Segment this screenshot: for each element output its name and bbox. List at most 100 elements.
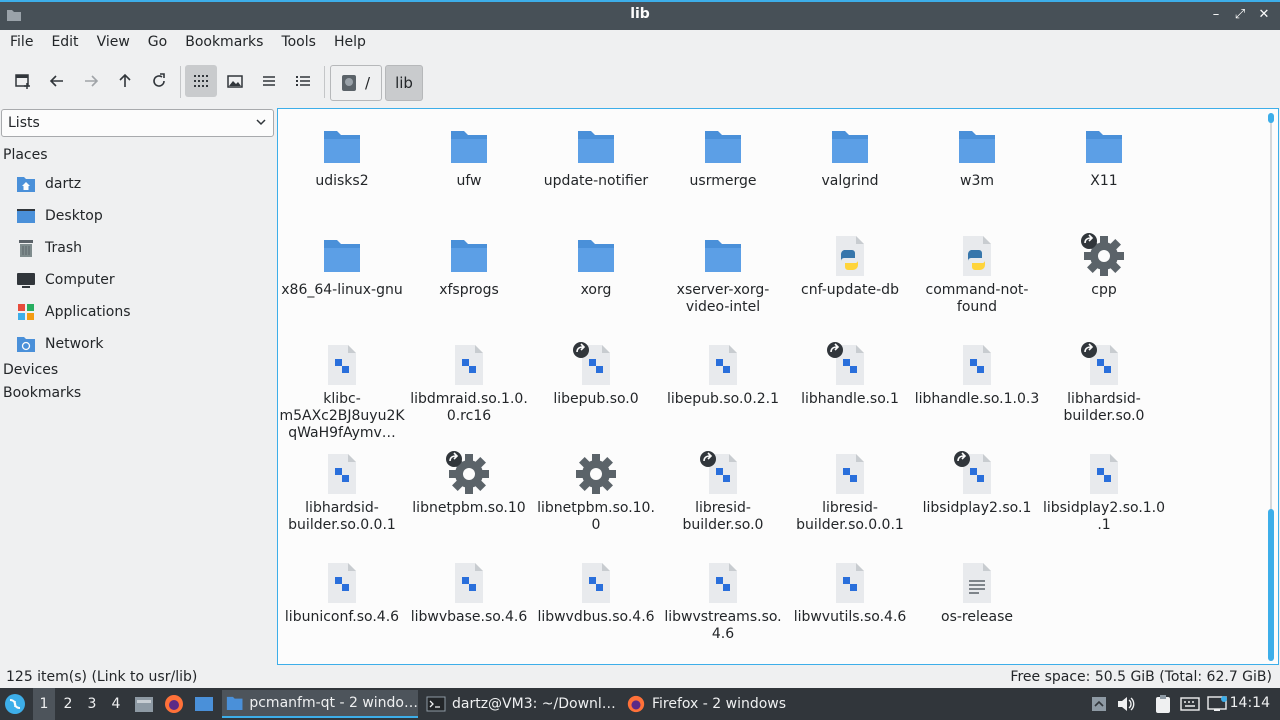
file-name: usrmerge: [689, 173, 757, 189]
places-header[interactable]: Places: [3, 147, 48, 163]
file-item[interactable]: libhardsid-builder.so.0.0.1: [279, 450, 405, 534]
file-item[interactable]: libwvdbus.so.4.6: [533, 559, 659, 626]
file-item[interactable]: libnetpbm.so.10: [406, 450, 532, 517]
side-panel: Lists Places dartz Desktop Trash Compute…: [0, 107, 276, 665]
menu-view[interactable]: View: [91, 30, 136, 56]
file-item[interactable]: libresid-builder.so.0.0.1: [787, 450, 913, 534]
file-item[interactable]: udisks2: [279, 123, 405, 190]
file-item[interactable]: libwvstreams.so.4.6: [660, 559, 786, 643]
file-item[interactable]: libepub.so.0.2.1: [660, 341, 786, 408]
maximize-icon[interactable]: ⤢: [1232, 6, 1248, 24]
place-item-desktop[interactable]: Desktop: [16, 202, 103, 230]
file-item[interactable]: update-notifier: [533, 123, 659, 190]
file-item[interactable]: libresid-builder.so.0: [660, 450, 786, 534]
file-item[interactable]: libdmraid.so.1.0.0.rc16: [406, 341, 532, 425]
file-item[interactable]: libsidplay2.so.1: [914, 450, 1040, 517]
quicklaunch-desktop[interactable]: [193, 688, 215, 720]
path-root-button[interactable]: /: [330, 65, 382, 101]
file-name: libsidplay2.so.1: [922, 500, 1032, 516]
back-button[interactable]: [41, 65, 73, 97]
file-item[interactable]: w3m: [914, 123, 1040, 190]
file-item[interactable]: xorg: [533, 232, 659, 299]
place-item-computer[interactable]: Computer: [16, 266, 115, 294]
task-firefox[interactable]: Firefox - 2 windows: [622, 690, 818, 718]
new-tab-button[interactable]: [7, 65, 39, 97]
reload-button[interactable]: [143, 65, 175, 97]
status-free-space: Free space: 50.5 GiB (Total: 62.7 GiB): [1010, 669, 1272, 685]
tray-item-updates[interactable]: [1090, 688, 1108, 720]
file-item[interactable]: xfsprogs: [406, 232, 532, 299]
file-item[interactable]: cnf-update-db: [787, 232, 913, 299]
file-item[interactable]: libhandle.so.1.0.3: [914, 341, 1040, 408]
file-item[interactable]: command-not-found: [914, 232, 1040, 316]
menu-tools[interactable]: Tools: [275, 30, 322, 56]
network-icon: [16, 334, 36, 354]
close-icon[interactable]: ✕: [1256, 6, 1272, 24]
file-item[interactable]: cpp: [1041, 232, 1167, 299]
network-status-icon: [1207, 696, 1227, 711]
file-view[interactable]: udisks2 ufw update-notifier usrmerge valgrin…: [277, 108, 1279, 665]
path-lib-button[interactable]: lib: [385, 65, 423, 101]
tray-item-keyboard[interactable]: [1180, 688, 1200, 720]
compact-view-button[interactable]: [253, 65, 285, 97]
place-item-applications[interactable]: Applications: [16, 298, 131, 326]
file-item[interactable]: libwvutils.so.4.6: [787, 559, 913, 626]
file-item[interactable]: usrmerge: [660, 123, 786, 190]
menu-help[interactable]: Help: [328, 30, 372, 56]
file-item[interactable]: libuniconf.so.4.6: [279, 559, 405, 626]
file-item[interactable]: libsidplay2.so.1.0.1: [1041, 450, 1167, 534]
file-item[interactable]: ufw: [406, 123, 532, 190]
menu-go[interactable]: Go: [142, 30, 173, 56]
icon-view-button[interactable]: [185, 65, 217, 97]
menu-file[interactable]: File: [4, 30, 39, 56]
tray-item-network[interactable]: [1206, 688, 1228, 720]
thumbnail-view-button[interactable]: [219, 65, 251, 97]
file-name: cpp: [1091, 282, 1117, 298]
detailed-view-button[interactable]: [287, 65, 319, 97]
desktop-1-button[interactable]: 1: [33, 688, 55, 720]
file-name: libepub.so.0.2.1: [666, 391, 780, 407]
file-item[interactable]: libhardsid-builder.so.0: [1041, 341, 1167, 425]
start-menu-button[interactable]: [4, 688, 28, 720]
clock[interactable]: 14:14: [1230, 695, 1270, 711]
desktop-2-button[interactable]: 2: [57, 688, 79, 720]
file-item[interactable]: libnetpbm.so.10.0: [533, 450, 659, 534]
file-item[interactable]: valgrind: [787, 123, 913, 190]
file-item[interactable]: X11: [1041, 123, 1167, 190]
file-item[interactable]: libepub.so.0: [533, 341, 659, 408]
file-item[interactable]: libwvbase.so.4.6: [406, 559, 532, 626]
place-item-home[interactable]: dartz: [16, 170, 81, 198]
file-item[interactable]: x86_64-linux-gnu: [279, 232, 405, 299]
file-item[interactable]: os-release: [914, 559, 1040, 626]
file-item[interactable]: xserver-xorg-video-intel: [660, 232, 786, 316]
forward-button[interactable]: [75, 65, 107, 97]
side-pane-mode-select[interactable]: Lists: [1, 109, 274, 137]
file-item[interactable]: libhandle.so.1: [787, 341, 913, 408]
bookmarks-header[interactable]: Bookmarks: [3, 385, 81, 401]
desktop-4-button[interactable]: 4: [105, 688, 127, 720]
task-label: dartz@VM3: ~/Downl…: [452, 696, 616, 712]
up-button[interactable]: [109, 65, 141, 97]
task-terminal[interactable]: dartz@VM3: ~/Downl…: [422, 690, 618, 718]
tray-item-clipboard[interactable]: [1154, 688, 1172, 720]
scrollbar-thumb[interactable]: [1268, 113, 1274, 123]
menu-edit[interactable]: Edit: [45, 30, 84, 56]
file-name: libuniconf.so.4.6: [284, 609, 400, 625]
file-name: w3m: [960, 173, 994, 189]
menu-bookmarks[interactable]: Bookmarks: [179, 30, 269, 56]
place-item-network[interactable]: Network: [16, 330, 103, 358]
minimize-icon[interactable]: –: [1208, 6, 1224, 24]
desktop-3-button[interactable]: 3: [81, 688, 103, 720]
place-item-trash[interactable]: Trash: [16, 234, 82, 262]
devices-header[interactable]: Devices: [3, 362, 58, 378]
file-item[interactable]: klibc-m5AXc2BJ8uyu2KqWaH9fAymv…: [279, 341, 405, 442]
quicklaunch-files[interactable]: [133, 688, 155, 720]
task-pcmanfm[interactable]: pcmanfm-qt - 2 windo…: [222, 690, 418, 718]
file-name: libwvutils.so.4.6: [793, 609, 907, 625]
vertical-scrollbar[interactable]: [1268, 113, 1276, 661]
quicklaunch-firefox[interactable]: [163, 688, 185, 720]
tray-item-volume[interactable]: [1116, 688, 1136, 720]
folder-icon: [699, 232, 747, 280]
window-titlebar[interactable]: lib – ⤢ ✕: [0, 0, 1280, 30]
scrollbar-thumb[interactable]: [1268, 509, 1274, 661]
